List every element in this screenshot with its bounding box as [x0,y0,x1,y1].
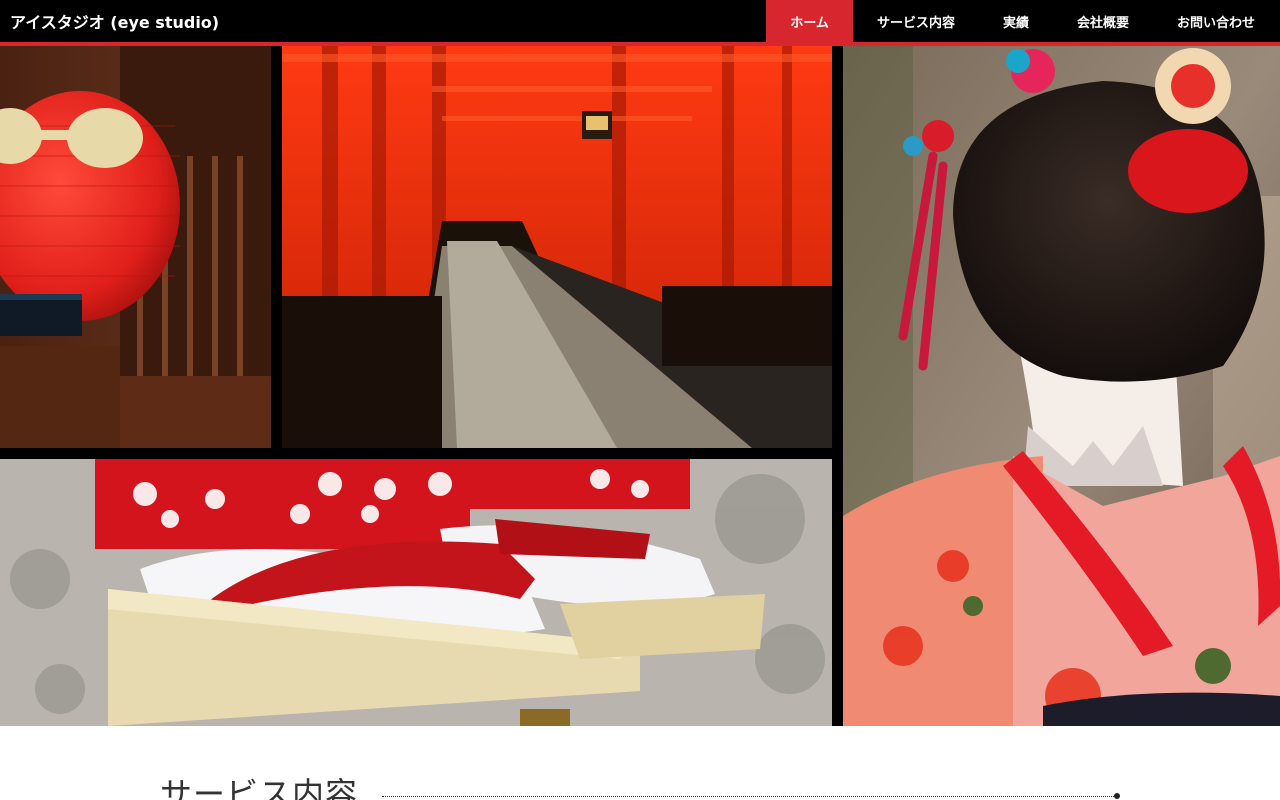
main-nav: ホーム サービス内容 実績 会社概要 お問い合わせ [766,0,1280,42]
site-logo[interactable]: アイスタジオ (eye studio) [0,9,219,33]
lantern-photo [0,46,271,448]
section-title-dot [1114,793,1120,799]
services-section: サービス内容 [0,726,1280,800]
maiko-photo [843,46,1280,726]
nav-item-works[interactable]: 実績 [979,0,1053,42]
nav-item-company[interactable]: 会社概要 [1053,0,1153,42]
section-title: サービス内容 [160,775,359,800]
hero-collage [0,46,1280,726]
nav-item-services[interactable]: サービス内容 [853,0,979,42]
section-title-rule [382,796,1118,797]
nav-item-contact[interactable]: お問い合わせ [1153,0,1280,42]
site-header: アイスタジオ (eye studio) ホーム サービス内容 実績 会社概要 お… [0,0,1280,42]
nav-item-home[interactable]: ホーム [766,0,853,42]
torii-gates-photo [282,46,832,448]
geta-sandals-photo [0,459,832,726]
